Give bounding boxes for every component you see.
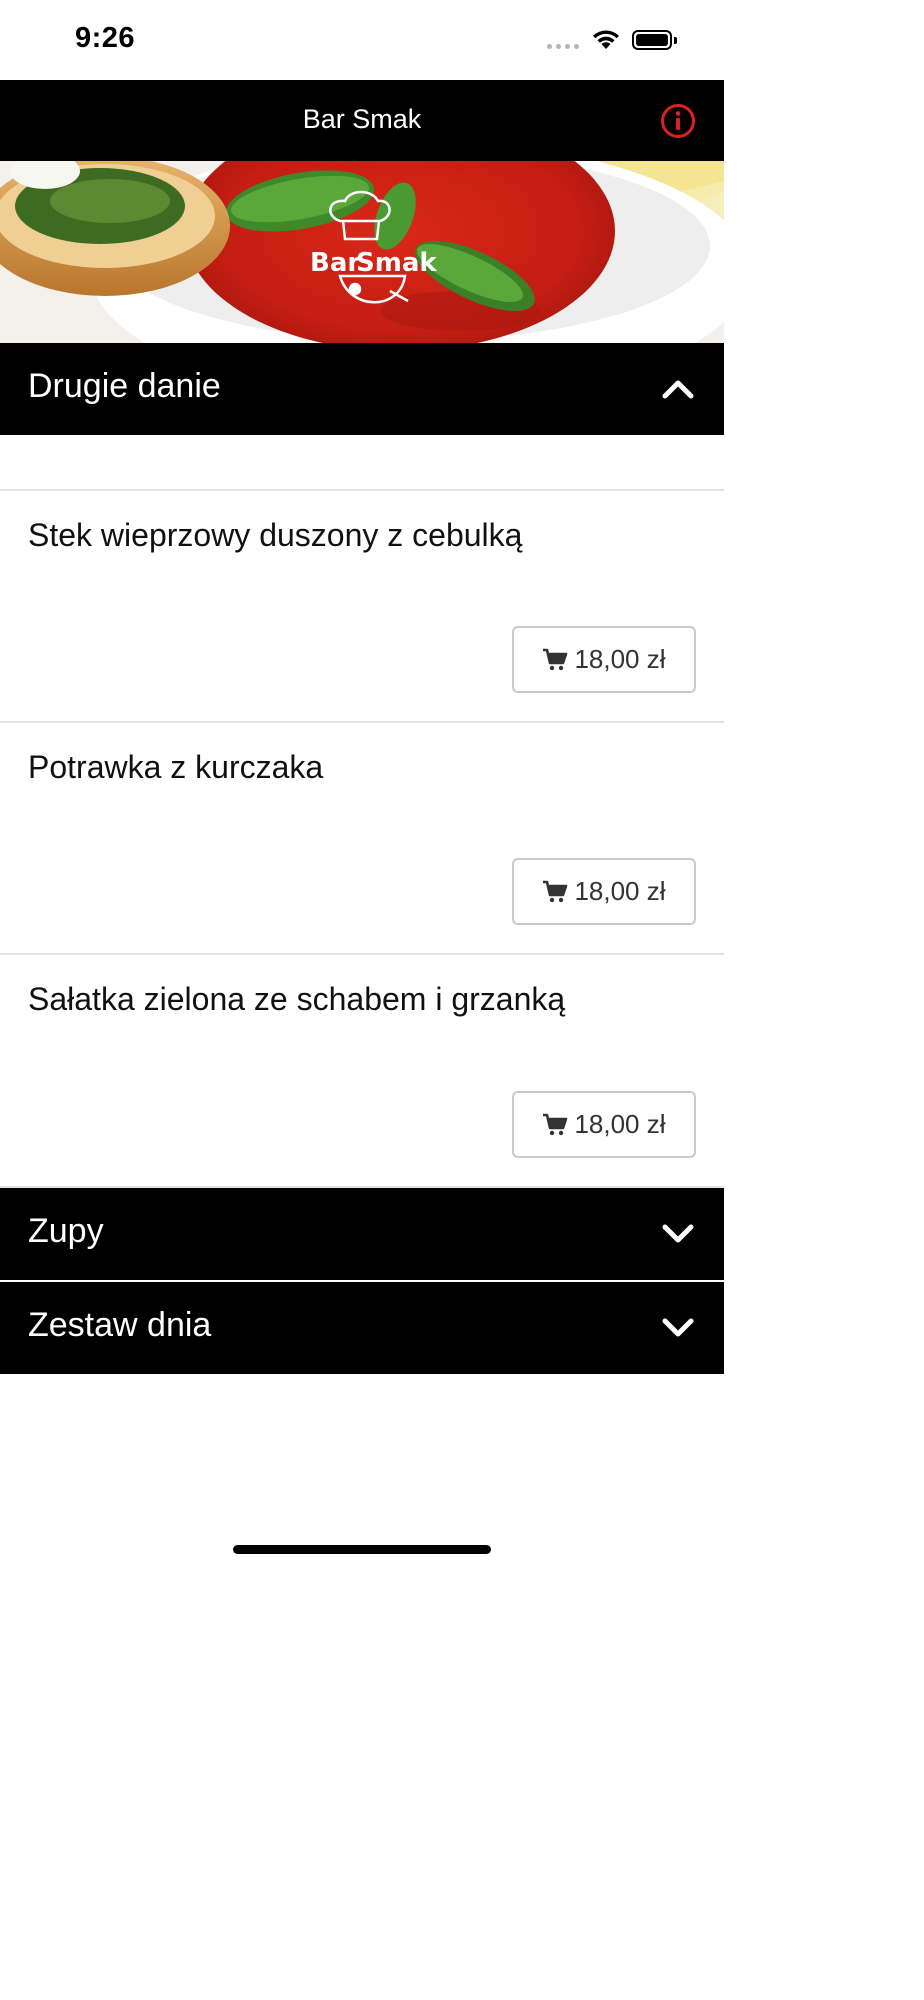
divider [0, 489, 724, 491]
battery-icon [632, 30, 672, 50]
price-label: 18,00 zł [574, 1109, 666, 1139]
category-title: Drugie danie [28, 367, 221, 405]
cart-icon [543, 648, 568, 670]
page-title: Bar Smak [302, 104, 422, 134]
chevron-up-icon [662, 380, 694, 399]
hero-banner-image: Bar Smak [0, 161, 724, 343]
logo-text-bar: Bar [310, 248, 360, 278]
price-label: 18,00 zł [574, 644, 666, 674]
category-header-zestaw-dnia[interactable]: Zestaw dnia [0, 1282, 724, 1374]
menu-item-name: Stek wieprzowy duszony z cebulką [28, 517, 523, 553]
price-label: 18,00 zł [574, 876, 666, 906]
add-to-cart-button[interactable]: 18,00 zł [512, 1091, 696, 1158]
divider [0, 953, 724, 955]
cellular-signal-icon [547, 44, 579, 49]
chevron-down-icon [662, 1318, 694, 1337]
cart-icon [543, 1113, 568, 1135]
category-title: Zestaw dnia [28, 1306, 212, 1344]
chevron-down-icon [662, 1224, 694, 1243]
status-time: 9:26 [75, 22, 136, 54]
category-header-zupy[interactable]: Zupy [0, 1188, 724, 1280]
cart-icon [543, 880, 568, 902]
nav-bar: Bar Smak [0, 80, 724, 161]
category-title: Zupy [28, 1212, 104, 1250]
wifi-icon [593, 30, 619, 49]
home-indicator[interactable] [233, 1545, 491, 1554]
category-header-drugie-danie[interactable]: Drugie danie [0, 343, 724, 435]
logo-text-smak: Smak [356, 248, 437, 278]
add-to-cart-button[interactable]: 18,00 zł [512, 858, 696, 925]
add-to-cart-button[interactable]: 18,00 zł [512, 626, 696, 693]
info-icon[interactable] [660, 103, 696, 139]
status-bar: 9:26 [0, 0, 724, 80]
battery-tip [674, 37, 677, 44]
menu-item-name: Sałatka zielona ze schabem i grzanką [28, 981, 566, 1017]
divider [0, 721, 724, 723]
menu-item-name: Potrawka z kurczaka [28, 749, 324, 785]
